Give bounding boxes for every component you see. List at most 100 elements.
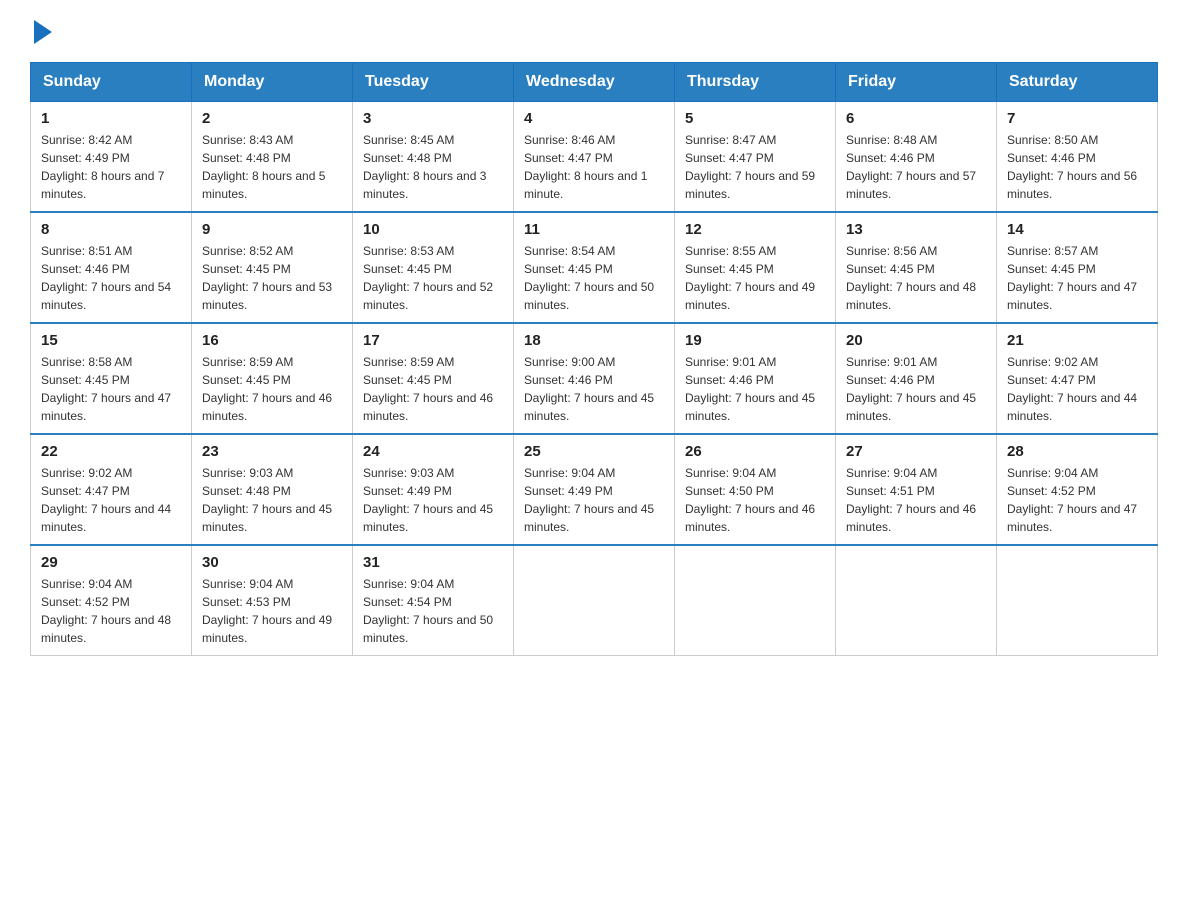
- calendar-day-cell: 23 Sunrise: 9:03 AMSunset: 4:48 PMDayligh…: [192, 434, 353, 545]
- calendar-week-row: 8 Sunrise: 8:51 AMSunset: 4:46 PMDaylight…: [31, 212, 1158, 323]
- calendar-day-cell: 15 Sunrise: 8:58 AMSunset: 4:45 PMDayligh…: [31, 323, 192, 434]
- day-number: 18: [524, 332, 664, 349]
- calendar-day-cell: 4 Sunrise: 8:46 AMSunset: 4:47 PMDaylight…: [514, 102, 675, 213]
- calendar-day-cell: 22Sunrise: 9:02 AMSunset: 4:47 PMDayligh…: [31, 434, 192, 545]
- day-info: Sunrise: 9:00 AMSunset: 4:46 PMDaylight:…: [524, 353, 664, 425]
- calendar-day-cell: 30 Sunrise: 9:04 AMSunset: 4:53 PMDayligh…: [192, 545, 353, 656]
- day-number: 20: [846, 332, 986, 349]
- day-number: 26: [685, 443, 825, 460]
- day-of-week-header: Monday: [192, 63, 353, 102]
- calendar-day-cell: 25 Sunrise: 9:04 AMSunset: 4:49 PMDayligh…: [514, 434, 675, 545]
- day-of-week-header: Thursday: [675, 63, 836, 102]
- day-of-week-header: Sunday: [31, 63, 192, 102]
- day-info: Sunrise: 8:48 AMSunset: 4:46 PMDaylight:…: [846, 131, 986, 203]
- day-number: 3: [363, 110, 503, 127]
- calendar-week-row: 29 Sunrise: 9:04 AMSunset: 4:52 PMDayligh…: [31, 545, 1158, 656]
- calendar-day-cell: 7 Sunrise: 8:50 AMSunset: 4:46 PMDaylight…: [997, 102, 1158, 213]
- day-info: Sunrise: 9:03 AMSunset: 4:48 PMDaylight:…: [202, 464, 342, 536]
- day-number: 4: [524, 110, 664, 127]
- calendar-day-cell: 8 Sunrise: 8:51 AMSunset: 4:46 PMDaylight…: [31, 212, 192, 323]
- day-info: Sunrise: 9:01 AMSunset: 4:46 PMDaylight:…: [685, 353, 825, 425]
- day-number: 19: [685, 332, 825, 349]
- day-number: 15: [41, 332, 181, 349]
- calendar-day-cell: 29 Sunrise: 9:04 AMSunset: 4:52 PMDayligh…: [31, 545, 192, 656]
- day-number: 14: [1007, 221, 1147, 238]
- calendar-day-cell: 20Sunrise: 9:01 AMSunset: 4:46 PMDayligh…: [836, 323, 997, 434]
- day-number: 7: [1007, 110, 1147, 127]
- day-info: Sunrise: 9:04 AMSunset: 4:50 PMDaylight:…: [685, 464, 825, 536]
- day-info: Sunrise: 8:59 AMSunset: 4:45 PMDaylight:…: [202, 353, 342, 425]
- day-info: Sunrise: 9:03 AMSunset: 4:49 PMDaylight:…: [363, 464, 503, 536]
- day-info: Sunrise: 8:53 AMSunset: 4:45 PMDaylight:…: [363, 242, 503, 314]
- calendar-day-cell: 1Sunrise: 8:42 AMSunset: 4:49 PMDaylight…: [31, 102, 192, 213]
- day-number: 6: [846, 110, 986, 127]
- day-info: Sunrise: 8:58 AMSunset: 4:45 PMDaylight:…: [41, 353, 181, 425]
- day-number: 10: [363, 221, 503, 238]
- calendar-day-cell: 14 Sunrise: 8:57 AMSunset: 4:45 PMDayligh…: [997, 212, 1158, 323]
- day-info: Sunrise: 8:45 AMSunset: 4:48 PMDaylight:…: [363, 131, 503, 203]
- calendar-day-cell: 12Sunrise: 8:55 AMSunset: 4:45 PMDayligh…: [675, 212, 836, 323]
- day-info: Sunrise: 9:04 AMSunset: 4:51 PMDaylight:…: [846, 464, 986, 536]
- day-of-week-header: Wednesday: [514, 63, 675, 102]
- day-info: Sunrise: 9:04 AMSunset: 4:52 PMDaylight:…: [41, 575, 181, 647]
- day-number: 27: [846, 443, 986, 460]
- day-number: 12: [685, 221, 825, 238]
- day-info: Sunrise: 9:02 AMSunset: 4:47 PMDaylight:…: [41, 464, 181, 536]
- calendar-day-cell: 24 Sunrise: 9:03 AMSunset: 4:49 PMDayligh…: [353, 434, 514, 545]
- day-info: Sunrise: 8:51 AMSunset: 4:46 PMDaylight:…: [41, 242, 181, 314]
- day-number: 17: [363, 332, 503, 349]
- calendar-day-cell: 17 Sunrise: 8:59 AMSunset: 4:45 PMDayligh…: [353, 323, 514, 434]
- calendar-day-cell: 19 Sunrise: 9:01 AMSunset: 4:46 PMDayligh…: [675, 323, 836, 434]
- day-number: 1: [41, 110, 181, 127]
- calendar-day-cell: 2 Sunrise: 8:43 AMSunset: 4:48 PMDaylight…: [192, 102, 353, 213]
- day-info: Sunrise: 8:43 AMSunset: 4:48 PMDaylight:…: [202, 131, 342, 203]
- day-number: 31: [363, 554, 503, 571]
- calendar-table: SundayMondayTuesdayWednesdayThursdayFrid…: [30, 62, 1158, 656]
- day-of-week-header: Friday: [836, 63, 997, 102]
- day-info: Sunrise: 9:04 AMSunset: 4:49 PMDaylight:…: [524, 464, 664, 536]
- calendar-day-cell: [514, 545, 675, 656]
- calendar-week-row: 1Sunrise: 8:42 AMSunset: 4:49 PMDaylight…: [31, 102, 1158, 213]
- calendar-day-cell: [997, 545, 1158, 656]
- day-number: 5: [685, 110, 825, 127]
- calendar-day-cell: 27 Sunrise: 9:04 AMSunset: 4:51 PMDayligh…: [836, 434, 997, 545]
- day-number: 25: [524, 443, 664, 460]
- day-number: 29: [41, 554, 181, 571]
- page-header: [30, 20, 1158, 42]
- day-info: Sunrise: 8:56 AMSunset: 4:45 PMDaylight:…: [846, 242, 986, 314]
- day-of-week-header: Tuesday: [353, 63, 514, 102]
- calendar-day-cell: 10 Sunrise: 8:53 AMSunset: 4:45 PMDayligh…: [353, 212, 514, 323]
- calendar-week-row: 15 Sunrise: 8:58 AMSunset: 4:45 PMDayligh…: [31, 323, 1158, 434]
- calendar-day-cell: 3 Sunrise: 8:45 AMSunset: 4:48 PMDaylight…: [353, 102, 514, 213]
- day-number: 21: [1007, 332, 1147, 349]
- day-info: Sunrise: 8:52 AMSunset: 4:45 PMDaylight:…: [202, 242, 342, 314]
- day-info: Sunrise: 9:04 AMSunset: 4:52 PMDaylight:…: [1007, 464, 1147, 536]
- day-number: 16: [202, 332, 342, 349]
- day-info: Sunrise: 8:57 AMSunset: 4:45 PMDaylight:…: [1007, 242, 1147, 314]
- calendar-day-cell: 31Sunrise: 9:04 AMSunset: 4:54 PMDayligh…: [353, 545, 514, 656]
- day-number: 8: [41, 221, 181, 238]
- day-info: Sunrise: 8:54 AMSunset: 4:45 PMDaylight:…: [524, 242, 664, 314]
- day-number: 24: [363, 443, 503, 460]
- day-number: 2: [202, 110, 342, 127]
- day-of-week-header: Saturday: [997, 63, 1158, 102]
- calendar-week-row: 22Sunrise: 9:02 AMSunset: 4:47 PMDayligh…: [31, 434, 1158, 545]
- calendar-day-cell: 26 Sunrise: 9:04 AMSunset: 4:50 PMDayligh…: [675, 434, 836, 545]
- calendar-day-cell: 13Sunrise: 8:56 AMSunset: 4:45 PMDayligh…: [836, 212, 997, 323]
- logo: [30, 20, 52, 42]
- calendar-day-cell: 16 Sunrise: 8:59 AMSunset: 4:45 PMDayligh…: [192, 323, 353, 434]
- calendar-day-cell: 9 Sunrise: 8:52 AMSunset: 4:45 PMDaylight…: [192, 212, 353, 323]
- day-info: Sunrise: 8:59 AMSunset: 4:45 PMDaylight:…: [363, 353, 503, 425]
- day-number: 23: [202, 443, 342, 460]
- calendar-day-cell: 5 Sunrise: 8:47 AMSunset: 4:47 PMDaylight…: [675, 102, 836, 213]
- day-info: Sunrise: 8:46 AMSunset: 4:47 PMDaylight:…: [524, 131, 664, 203]
- day-info: Sunrise: 9:02 AMSunset: 4:47 PMDaylight:…: [1007, 353, 1147, 425]
- day-info: Sunrise: 9:04 AMSunset: 4:53 PMDaylight:…: [202, 575, 342, 647]
- calendar-day-cell: 11Sunrise: 8:54 AMSunset: 4:45 PMDayligh…: [514, 212, 675, 323]
- day-header-row: SundayMondayTuesdayWednesdayThursdayFrid…: [31, 63, 1158, 102]
- day-number: 9: [202, 221, 342, 238]
- day-info: Sunrise: 8:47 AMSunset: 4:47 PMDaylight:…: [685, 131, 825, 203]
- calendar-day-cell: 6 Sunrise: 8:48 AMSunset: 4:46 PMDaylight…: [836, 102, 997, 213]
- day-info: Sunrise: 8:50 AMSunset: 4:46 PMDaylight:…: [1007, 131, 1147, 203]
- day-number: 30: [202, 554, 342, 571]
